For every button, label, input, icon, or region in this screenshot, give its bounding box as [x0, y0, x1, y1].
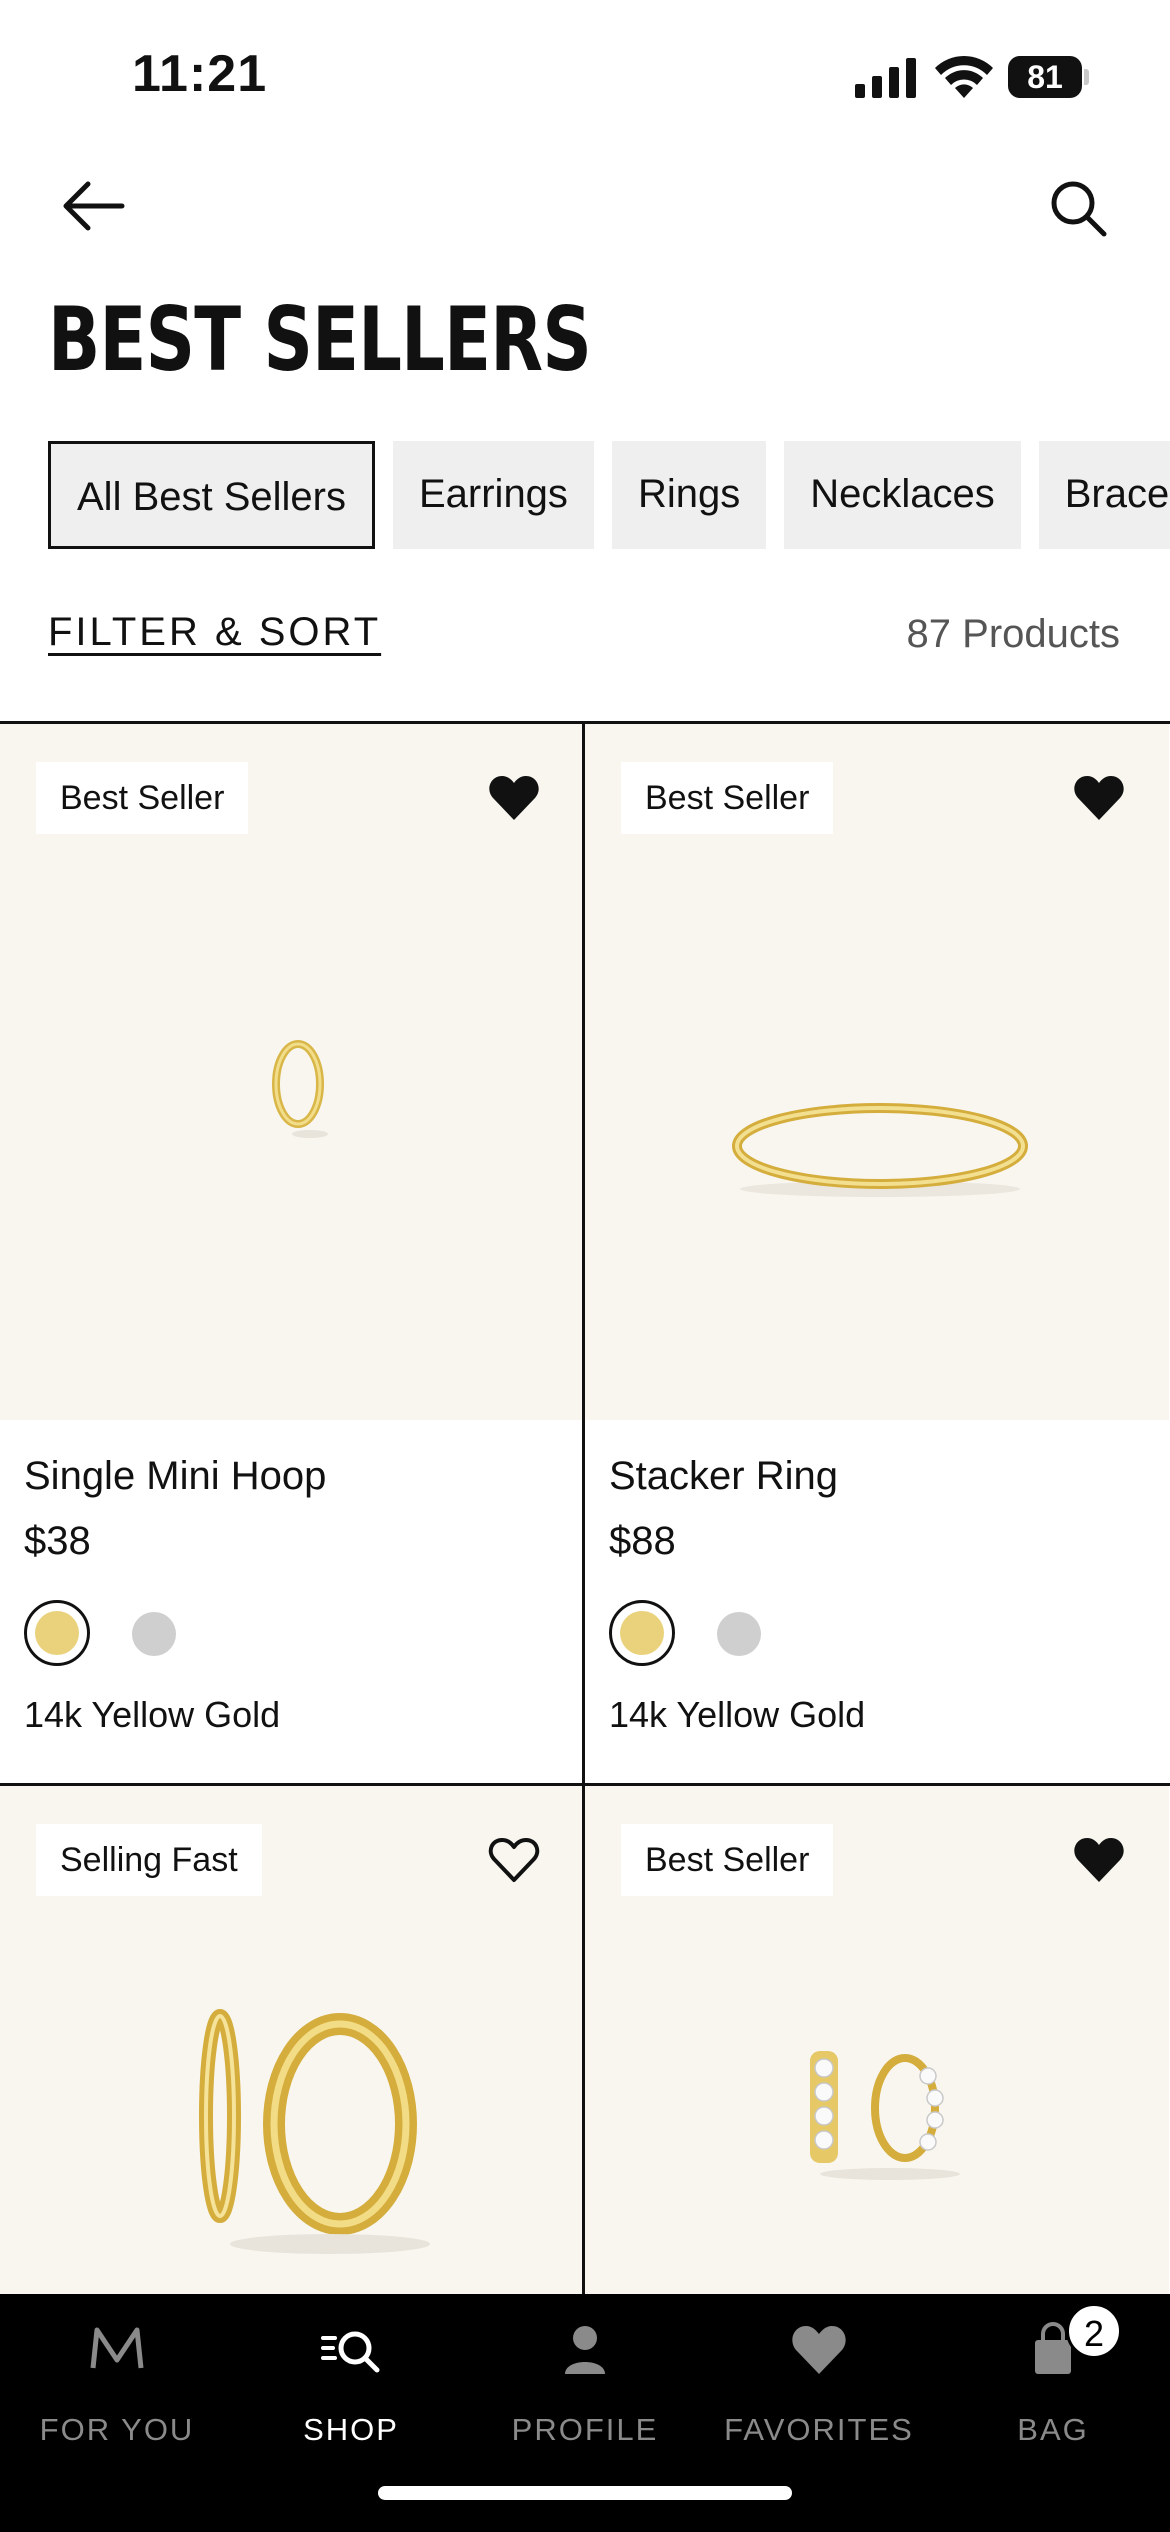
status-bar: 11:21 81	[0, 0, 1170, 150]
tab-label: FAVORITES	[724, 2412, 914, 2447]
status-badge: Best Seller	[621, 762, 834, 834]
chip-rings[interactable]: Rings	[611, 441, 767, 549]
tab-label: FOR YOU	[39, 2412, 195, 2447]
chip-all-best-sellers[interactable]: All Best Sellers	[48, 441, 375, 549]
shop-search-icon	[321, 2331, 380, 2373]
product-card[interactable]: Selling Fast	[0, 1786, 584, 2294]
grid-divider	[0, 721, 1170, 724]
product-name[interactable]: Stacker Ring	[609, 1454, 838, 1499]
battery-level: 81	[1008, 56, 1082, 98]
status-badge: Selling Fast	[36, 1824, 262, 1896]
bag-count-badge: 2	[1066, 2303, 1122, 2359]
product-card[interactable]: Best Seller Single Mini Hoop $38 14k Yel…	[0, 724, 584, 1783]
product-price: $88	[609, 1519, 676, 1563]
page-title: BEST SELLERS	[48, 288, 592, 391]
home-indicator	[378, 2486, 792, 2500]
cellular-signal-icon	[855, 58, 916, 98]
heart-filled-icon[interactable]	[488, 774, 540, 822]
status-badge: Best Seller	[621, 1824, 834, 1896]
profile-icon	[565, 2326, 605, 2374]
heart-icon	[792, 2326, 846, 2374]
m-logo-icon	[90, 2327, 144, 2369]
heart-filled-icon[interactable]	[1073, 1836, 1125, 1884]
tab-for-you[interactable]: FOR YOU	[0, 2294, 234, 2494]
chip-necklaces[interactable]: Necklaces	[784, 441, 1021, 549]
product-metal: 14k Yellow Gold	[609, 1694, 866, 1735]
swatch-silver[interactable]	[717, 1612, 761, 1656]
category-chips: All Best Sellers Earrings Rings Necklaces Br…	[48, 441, 1170, 549]
filter-sort-button[interactable]: FILTER & SORT	[48, 610, 381, 655]
chip-bracelets[interactable]: Bracelets	[1038, 441, 1170, 549]
grid-divider	[582, 721, 585, 2294]
swatch-yellow-gold[interactable]	[24, 1600, 90, 1666]
grid-divider	[0, 1783, 1170, 1786]
battery-icon: 81	[1008, 56, 1089, 98]
back-arrow-icon[interactable]	[58, 176, 128, 236]
chip-earrings[interactable]: Earrings	[392, 441, 594, 549]
product-card[interactable]: Best Seller Stacker Ring $88 14k Yellow …	[585, 724, 1169, 1783]
product-name[interactable]: Single Mini Hoop	[24, 1454, 326, 1499]
tab-label: PROFILE	[511, 2412, 659, 2447]
product-count: 87 Products	[906, 612, 1120, 656]
swatch-silver[interactable]	[132, 1612, 176, 1656]
tab-label: BAG	[1017, 2412, 1089, 2447]
product-metal: 14k Yellow Gold	[24, 1694, 281, 1735]
product-card[interactable]: Best Seller	[585, 1786, 1169, 2294]
tab-shop[interactable]: SHOP	[234, 2294, 468, 2494]
tab-label: SHOP	[303, 2412, 399, 2447]
tab-profile[interactable]: PROFILE	[468, 2294, 702, 2494]
status-badge: Best Seller	[36, 762, 249, 834]
search-icon[interactable]	[1046, 176, 1110, 240]
tab-favorites[interactable]: FAVORITES	[702, 2294, 936, 2494]
wifi-icon	[935, 55, 993, 98]
status-time: 11:21	[132, 45, 268, 103]
heart-filled-icon[interactable]	[1073, 774, 1125, 822]
tab-bag[interactable]: BAG	[936, 2294, 1170, 2494]
product-price: $38	[24, 1519, 91, 1563]
heart-outline-icon[interactable]	[488, 1836, 540, 1884]
swatch-yellow-gold[interactable]	[609, 1600, 675, 1666]
